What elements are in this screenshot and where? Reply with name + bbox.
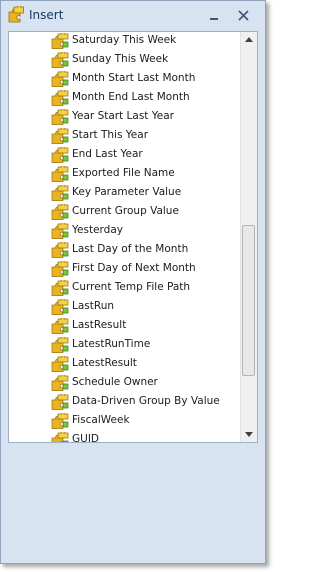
field-list[interactable]: Saturday This Week Sunday This Week Mont… bbox=[8, 31, 258, 443]
vertical-scrollbar[interactable] bbox=[240, 32, 257, 442]
list-item-label: LastResult bbox=[72, 319, 127, 331]
list-item[interactable]: Month Start Last Month bbox=[51, 70, 241, 89]
puzzle-pieces-icon bbox=[51, 432, 69, 442]
list-item[interactable]: First Day of Next Month bbox=[51, 260, 241, 279]
list-item-label: Current Temp File Path bbox=[72, 281, 191, 293]
puzzle-pieces-icon bbox=[51, 71, 69, 87]
puzzle-pieces-icon bbox=[51, 166, 69, 182]
puzzle-pieces-icon bbox=[51, 261, 69, 277]
puzzle-pieces-icon bbox=[8, 6, 24, 23]
list-item-label: Current Group Value bbox=[72, 205, 179, 217]
list-item[interactable]: Key Parameter Value bbox=[51, 184, 241, 203]
list-item[interactable]: Current Temp File Path bbox=[51, 279, 241, 298]
list-item[interactable]: Saturday This Week bbox=[51, 32, 241, 51]
list-item-label: Month End Last Month bbox=[72, 91, 190, 103]
list-item-label: Exported File Name bbox=[72, 167, 175, 179]
list-item[interactable]: LastResult bbox=[51, 317, 241, 336]
puzzle-pieces-icon bbox=[51, 394, 69, 410]
list-item[interactable]: End Last Year bbox=[51, 146, 241, 165]
list-item[interactable]: GUID bbox=[51, 431, 241, 443]
puzzle-pieces-icon bbox=[51, 128, 69, 144]
list-item[interactable]: LastRun bbox=[51, 298, 241, 317]
list-item[interactable]: Start This Year bbox=[51, 127, 241, 146]
list-item-label: First Day of Next Month bbox=[72, 262, 196, 274]
puzzle-pieces-icon bbox=[51, 280, 69, 296]
close-icon[interactable] bbox=[237, 9, 251, 23]
list-item-label: Month Start Last Month bbox=[72, 72, 196, 84]
puzzle-pieces-icon bbox=[51, 90, 69, 106]
list-item-label: Last Day of the Month bbox=[72, 243, 189, 255]
list-item-label: Yesterday bbox=[72, 224, 123, 236]
puzzle-pieces-icon bbox=[51, 223, 69, 239]
list-item[interactable]: Year Start Last Year bbox=[51, 108, 241, 127]
list-item[interactable]: Current Group Value bbox=[51, 203, 241, 222]
scroll-up-arrow-icon[interactable] bbox=[241, 32, 257, 48]
list-item[interactable]: Data-Driven Group By Value bbox=[51, 393, 241, 412]
puzzle-pieces-icon bbox=[51, 52, 69, 68]
puzzle-pieces-icon bbox=[51, 337, 69, 353]
list-item-label: End Last Year bbox=[72, 148, 143, 160]
puzzle-pieces-icon bbox=[51, 185, 69, 201]
list-item-label: Sunday This Week bbox=[72, 53, 169, 65]
list-item-label: Schedule Owner bbox=[72, 376, 158, 388]
puzzle-pieces-icon bbox=[51, 242, 69, 258]
scroll-down-arrow-icon[interactable] bbox=[241, 426, 257, 442]
list-item[interactable]: LatestRunTime bbox=[51, 336, 241, 355]
list-item-label: LatestResult bbox=[72, 357, 137, 369]
puzzle-pieces-icon bbox=[51, 318, 69, 334]
list-item[interactable]: Exported File Name bbox=[51, 165, 241, 184]
puzzle-pieces-icon bbox=[51, 413, 69, 429]
list-item[interactable]: Month End Last Month bbox=[51, 89, 241, 108]
list-item-label: Saturday This Week bbox=[72, 34, 177, 46]
puzzle-pieces-icon bbox=[51, 204, 69, 220]
list-item-label: Data-Driven Group By Value bbox=[72, 395, 220, 407]
list-item-label: GUID bbox=[72, 433, 100, 443]
puzzle-pieces-icon bbox=[51, 356, 69, 372]
list-item[interactable]: Sunday This Week bbox=[51, 51, 241, 70]
puzzle-pieces-icon bbox=[51, 33, 69, 49]
list-item[interactable]: Yesterday bbox=[51, 222, 241, 241]
insert-window: Insert Saturday This Week Sunday This We… bbox=[0, 0, 266, 564]
list-item-label: LastRun bbox=[72, 300, 115, 312]
scrollbar-thumb[interactable] bbox=[242, 225, 255, 376]
list-item-label: FiscalWeek bbox=[72, 414, 130, 426]
list-item[interactable]: FiscalWeek bbox=[51, 412, 241, 431]
puzzle-pieces-icon bbox=[51, 147, 69, 163]
puzzle-pieces-icon bbox=[51, 299, 69, 315]
title-bar[interactable]: Insert bbox=[1, 1, 265, 31]
puzzle-pieces-icon bbox=[51, 375, 69, 391]
window-title: Insert bbox=[29, 8, 64, 22]
list-item[interactable]: Last Day of the Month bbox=[51, 241, 241, 260]
puzzle-pieces-icon bbox=[51, 109, 69, 125]
list-item-label: Year Start Last Year bbox=[72, 110, 174, 122]
list-item-label: Key Parameter Value bbox=[72, 186, 182, 198]
list-item[interactable]: LatestResult bbox=[51, 355, 241, 374]
list-item[interactable]: Schedule Owner bbox=[51, 374, 241, 393]
list-item-label: Start This Year bbox=[72, 129, 149, 141]
minimize-icon[interactable] bbox=[208, 9, 222, 23]
list-item-label: LatestRunTime bbox=[72, 338, 151, 350]
